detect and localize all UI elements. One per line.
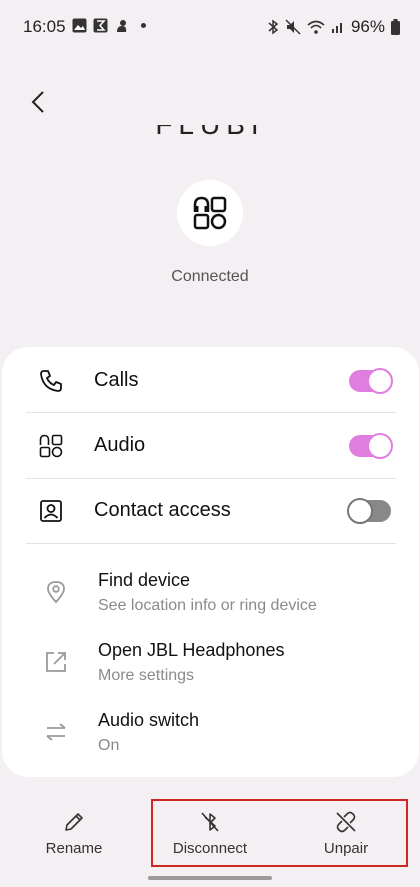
audio-label: Audio [94,434,146,456]
audio-switch-title: Audio switch [98,710,200,730]
audio-switch-subtitle: On [98,737,120,754]
bluetooth-icon [268,19,279,35]
audio-switch-row[interactable]: Audio switch On [2,700,419,766]
rename-button[interactable]: Rename [14,810,134,857]
connection-status: Connected [171,268,249,285]
contact-access-label: Contact access [94,499,231,521]
more-dot [141,23,146,28]
signal-icon [331,23,342,33]
open-jbl-headphones-title: Open JBL Headphones [98,640,285,660]
calls-label: Calls [94,369,139,391]
home-indicator [148,876,272,880]
open-jbl-headphones-row[interactable]: Open JBL Headphones More settings [2,630,419,696]
open-external-icon [42,648,70,676]
audio-grid-icon [37,432,65,460]
calls-row[interactable]: Calls [2,348,419,413]
gallery-icon [72,18,87,33]
pencil-icon [65,813,83,831]
system-icons: 96% [267,17,400,37]
battery-icon [391,19,400,35]
find-device-row[interactable]: Find device See location info or ring de… [2,560,419,626]
highlight-box [151,799,408,867]
app-notification-icon [117,20,127,32]
sigma-app-icon [93,18,108,33]
find-device-title: Find device [98,570,191,590]
status-time: 16:05 [23,17,66,36]
settings-card: Calls Audio Contact access Find device S… [2,347,419,777]
find-device-subtitle: See location info or ring device [98,597,317,614]
open-jbl-headphones-subtitle: More settings [98,667,195,684]
divider [26,543,396,544]
notification-icons [72,18,146,33]
rename-label: Rename [45,840,103,857]
device-name-header: FLUBI [150,125,270,145]
mute-icon [285,19,301,35]
location-pin-icon [42,578,70,606]
calls-toggle[interactable] [349,367,393,394]
status-bar: 16:05 96% [0,0,420,56]
back-button[interactable] [20,84,56,120]
contact-icon [37,497,65,525]
battery-level: 96% [350,17,385,36]
audio-row[interactable]: Audio [2,413,419,478]
phone-icon [37,367,65,395]
back-chevron-icon [31,91,44,113]
device-name-partial: FLUBI [150,125,270,141]
contact-access-toggle[interactable] [347,497,391,524]
audio-toggle[interactable] [349,432,393,459]
wifi-icon [307,20,325,34]
swap-arrows-icon [42,718,70,746]
contact-access-row[interactable]: Contact access [2,478,419,543]
audio-device-icon [177,180,243,246]
